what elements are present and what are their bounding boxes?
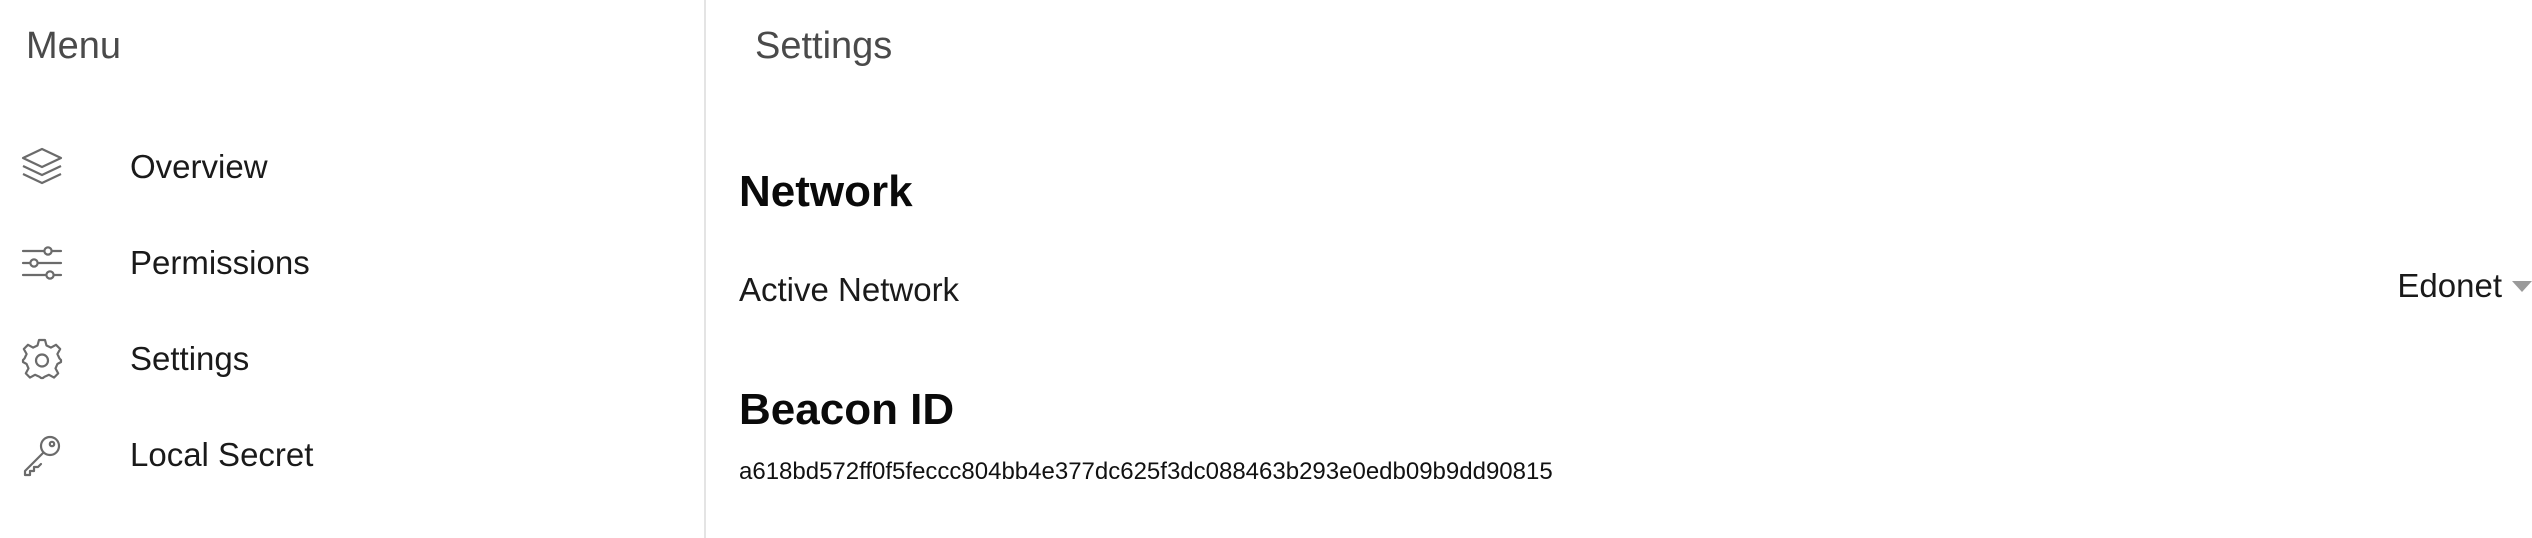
- chevron-down-icon: [2512, 280, 2532, 292]
- sidebar-item-settings[interactable]: Settings: [0, 317, 700, 397]
- sidebar-item-label: Settings: [130, 340, 250, 377]
- key-icon: [20, 433, 64, 477]
- sliders-icon: [20, 241, 64, 285]
- network-select-value: Edonet: [2397, 267, 2502, 304]
- layers-icon: [20, 145, 64, 189]
- sidebar-item-label: Local Secret: [130, 436, 314, 473]
- network-heading: Network: [739, 167, 913, 216]
- sidebar-title: Menu: [26, 25, 122, 67]
- sidebar: Menu Overview Permissions Settings Local…: [0, 0, 706, 538]
- active-network-label: Active Network: [739, 271, 960, 308]
- beacon-id-value: a618bd572ff0f5feccc804bb4e377dc625f3dc08…: [739, 458, 1553, 485]
- sidebar-item-overview[interactable]: Overview: [0, 125, 700, 205]
- page-title: Settings: [755, 25, 893, 67]
- beacon-id-heading: Beacon ID: [739, 385, 955, 434]
- app-window: Menu Overview Permissions Settings Local…: [0, 0, 2532, 538]
- network-select[interactable]: Edonet: [2397, 262, 2532, 310]
- gear-icon: [20, 337, 64, 381]
- sidebar-item-label: Permissions: [130, 244, 310, 281]
- sidebar-item-permissions[interactable]: Permissions: [0, 221, 700, 301]
- sidebar-item-local-secret[interactable]: Local Secret: [0, 413, 700, 493]
- main-content: Settings Network Active Network Edonet B…: [708, 0, 2532, 538]
- sidebar-item-label: Overview: [130, 148, 268, 185]
